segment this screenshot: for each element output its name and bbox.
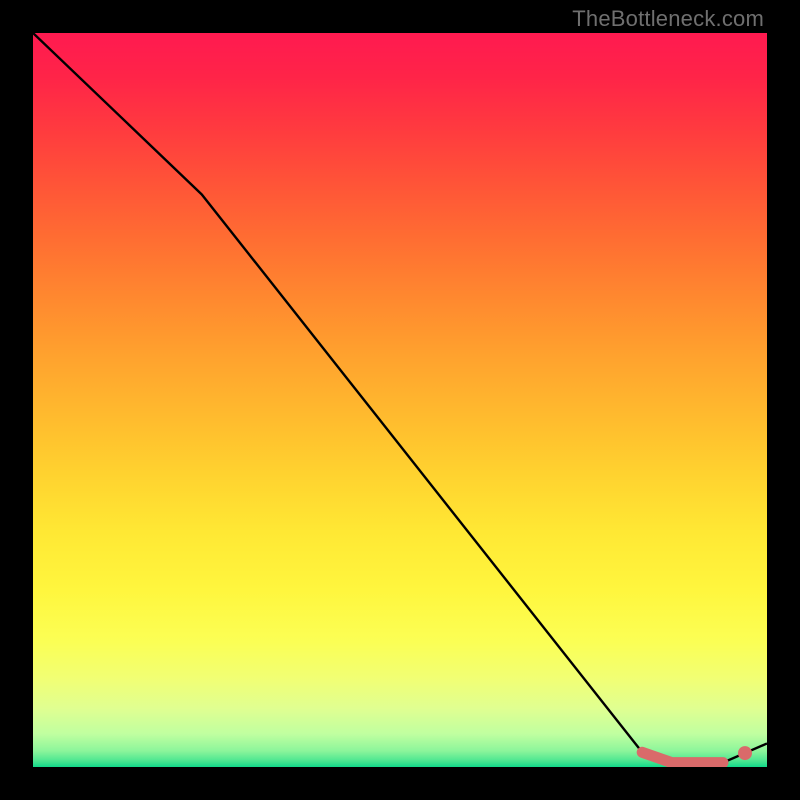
highlight-dot [738,746,752,760]
chart-svg [33,33,767,767]
watermark-text: TheBottleneck.com [572,6,764,32]
chart-frame: TheBottleneck.com [0,0,800,800]
gradient-rect [33,33,767,767]
plot-area [33,33,767,767]
